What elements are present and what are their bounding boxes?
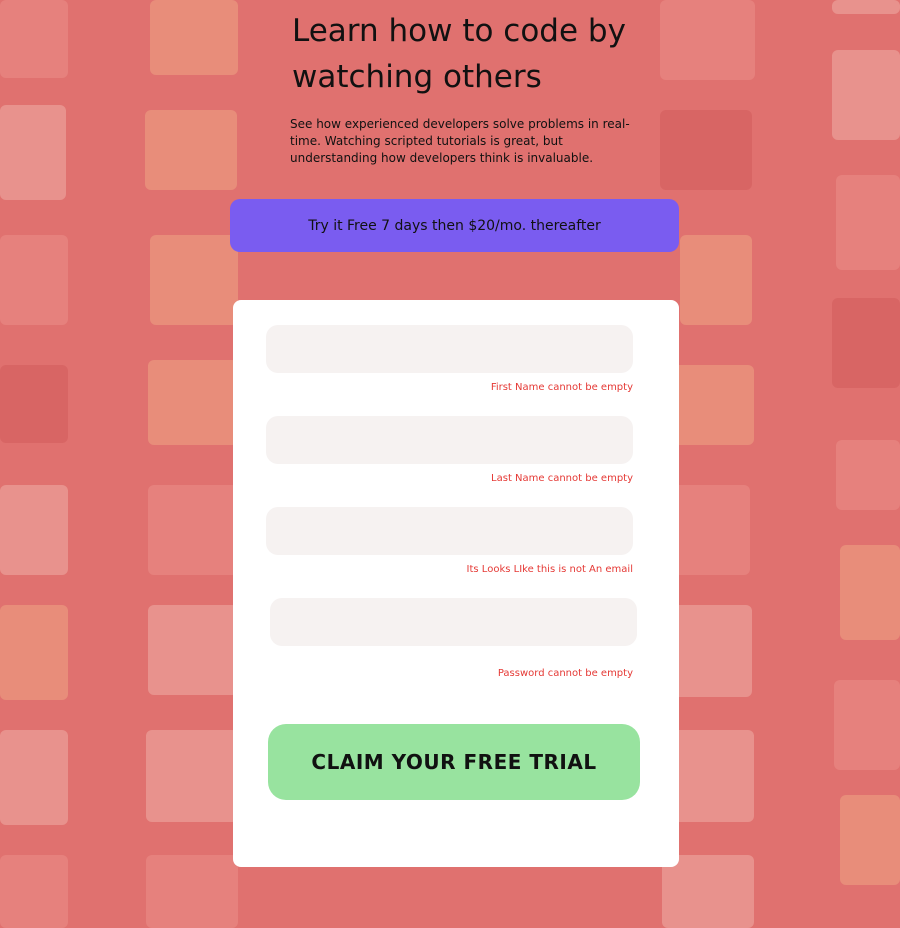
claim-free-trial-button[interactable]: CLAIM YOUR FREE TRIAL (268, 724, 640, 800)
trial-offer-text: Try it Free 7 days then $20/mo. thereaft… (308, 217, 601, 234)
signup-form: First Name cannot be empty Last Name can… (233, 300, 679, 867)
email-input[interactable] (266, 507, 633, 555)
last-name-input[interactable] (266, 416, 633, 464)
first-name-error: First Name cannot be empty (490, 382, 633, 393)
page-description: See how experienced developers solve pro… (290, 117, 630, 165)
first-name-input[interactable] (266, 325, 633, 373)
trial-offer-banner: Try it Free 7 days then $20/mo. thereaft… (230, 199, 679, 252)
password-error: Password cannot be empty (497, 668, 633, 679)
last-name-error: Last Name cannot be empty (491, 473, 633, 484)
email-error: Its Looks LIke this is not An email (466, 564, 633, 575)
page-title: Learn how to code by watching others (292, 13, 626, 95)
password-input[interactable] (270, 598, 637, 646)
